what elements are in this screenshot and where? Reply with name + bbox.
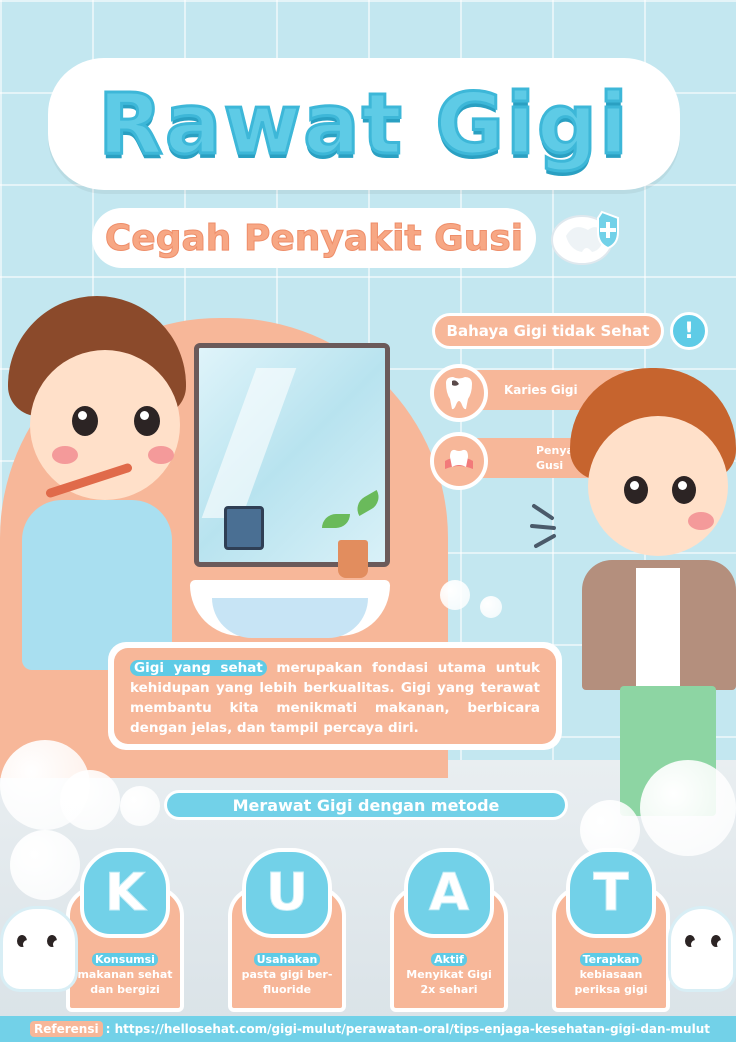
kuat-keyword: Usahakan	[253, 953, 321, 966]
kuat-description: Usahakan pasta gigi ber-fluoride	[236, 952, 338, 997]
subtitle-banner: Cegah Penyakit Gusi	[92, 208, 536, 268]
foam-bubble	[640, 760, 736, 856]
foam-bubble	[480, 596, 502, 618]
kuat-card-u: U Usahakan pasta gigi ber-fluoride	[228, 848, 346, 1012]
mug-icon	[224, 506, 264, 550]
kuat-letter: T	[593, 863, 629, 924]
plant-pot	[338, 540, 368, 578]
kuat-detail: kebiasaan periksa gigi	[574, 968, 648, 996]
kuat-description: Aktif Menyikat Gigi 2x sehari	[398, 952, 500, 997]
sink-bowl	[212, 598, 368, 638]
foam-bubble	[60, 770, 120, 830]
tooth-icon: K	[80, 848, 170, 938]
tooth-icon: U	[242, 848, 332, 938]
tooth-icon: A	[404, 848, 494, 938]
reference-link[interactable]: : https://hellosehat.com/gigi-mulut/pera…	[106, 1022, 710, 1036]
pain-lines-icon	[530, 504, 556, 548]
tooth-mascot-right-icon	[668, 906, 736, 992]
kuat-description: Konsumsi makanan sehat dan bergizi	[74, 952, 176, 997]
cavity-tooth-icon	[430, 364, 488, 422]
tooth-icon: T	[566, 848, 656, 938]
info-text: Gigi yang sehat merupakan fondasi utama …	[114, 648, 556, 744]
kuat-detail: Menyikat Gigi 2x sehari	[406, 968, 492, 996]
kuat-card-a: A Aktif Menyikat Gigi 2x sehari	[390, 848, 508, 1012]
sad-boy-shirt	[636, 568, 680, 690]
kuat-card-k: K Konsumsi makanan sehat dan bergizi	[66, 848, 184, 1012]
info-highlight: Gigi yang sehat	[130, 660, 267, 676]
info-card: Gigi yang sehat merupakan fondasi utama …	[108, 642, 562, 750]
method-title: Merawat Gigi dengan metode	[167, 793, 565, 817]
tooth-mascot-left-icon	[0, 906, 78, 992]
sad-boy-face	[588, 416, 728, 556]
kuat-keyword: Terapkan	[579, 953, 643, 966]
foam-bubble	[440, 580, 470, 610]
tooth-shield-icon	[551, 210, 619, 265]
gum-disease-icon	[430, 432, 488, 490]
foam-bubble	[120, 786, 160, 826]
kuat-detail: pasta gigi ber-fluoride	[241, 968, 333, 996]
reference-label: Referensi	[30, 1021, 103, 1037]
title-banner: Rawat Gigi	[48, 58, 680, 190]
method-banner: Merawat Gigi dengan metode	[164, 790, 568, 820]
kuat-letter: K	[104, 863, 146, 924]
kuat-keyword: Konsumsi	[92, 953, 158, 966]
kuat-keyword: Aktif	[431, 953, 467, 966]
kuat-letter: U	[265, 863, 309, 924]
kuat-description: Terapkan kebiasaan periksa gigi	[560, 952, 662, 997]
danger-heading: Bahaya Gigi tidak Sehat	[432, 313, 664, 349]
kuat-detail: makanan sehat dan bergizi	[77, 968, 173, 996]
kuat-letter: A	[428, 863, 470, 924]
alert-icon: !	[670, 312, 708, 350]
page-subtitle: Cegah Penyakit Gusi	[104, 217, 524, 259]
reference-footer: Referensi : https://hellosehat.com/gigi-…	[0, 1016, 736, 1042]
page-title: Rawat Gigi	[97, 74, 630, 175]
kuat-card-t: T Terapkan kebiasaan periksa gigi	[552, 848, 670, 1012]
